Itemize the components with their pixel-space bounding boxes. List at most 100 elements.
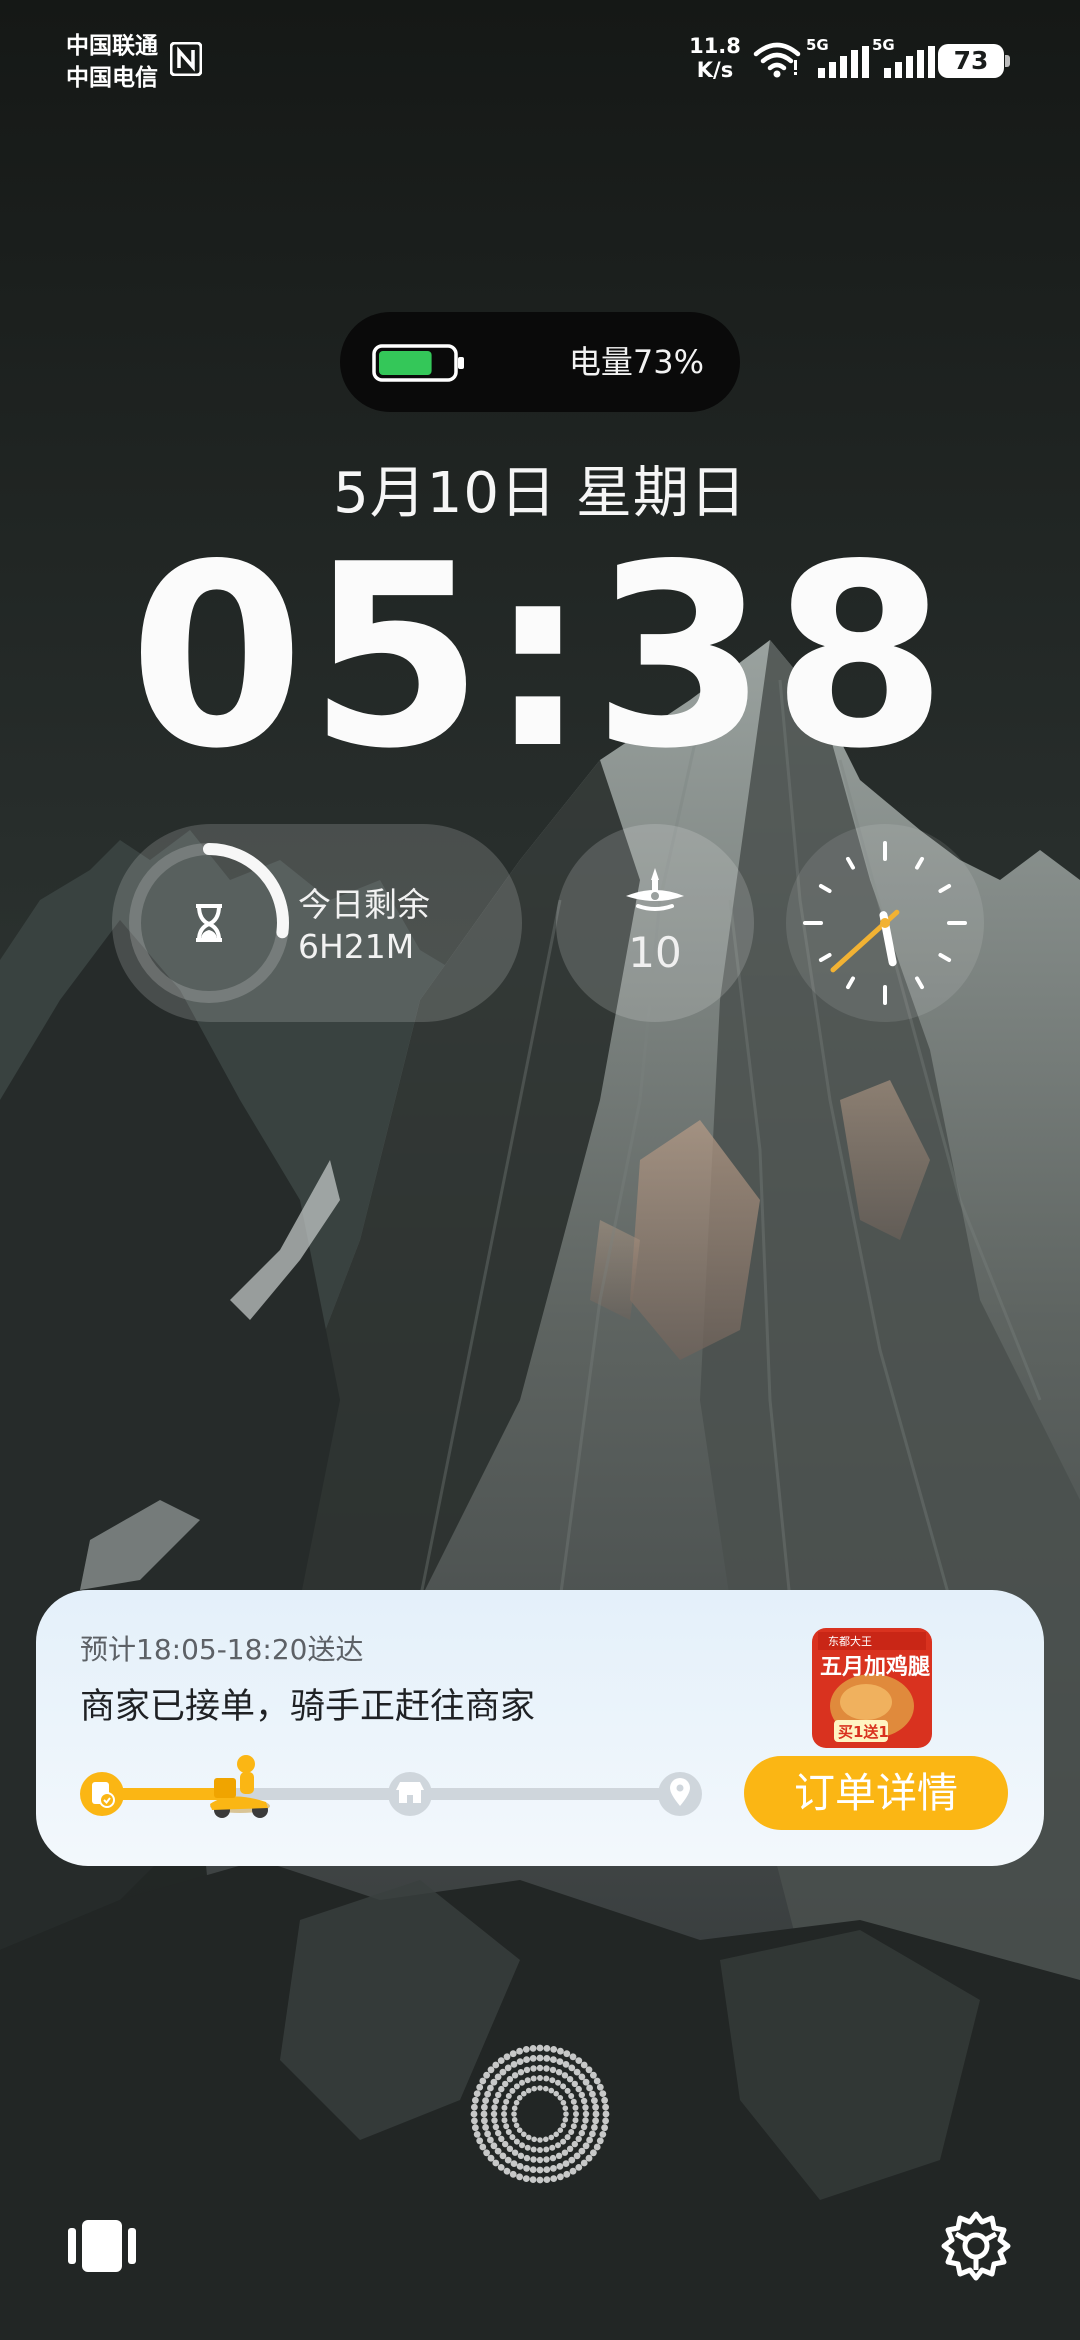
fingerprint-dot [582,2104,589,2111]
fingerprint-dot [562,2105,569,2111]
fingerprint-dot [494,2147,502,2155]
fingerprint-dot [471,2117,478,2125]
fingerprint-icon[interactable] [466,2040,614,2188]
battery-level-text: 73 [938,44,1004,78]
fingerprint-dot [509,2087,516,2094]
clock-tick [915,856,924,870]
fingerprint-dot [582,2142,590,2150]
analog-clock-icon [803,841,967,1005]
fingerprint-dot [511,2105,518,2111]
fingerprint-dot [525,2134,532,2141]
fingerprint-dot [523,2066,531,2074]
fingerprint-dot [516,2095,523,2101]
fingerprint-dot [563,2111,569,2117]
fingerprint-dot [503,2167,511,2175]
fingerprint-dot [590,2149,597,2157]
fingerprint-dot [572,2104,579,2111]
clock-tick [938,953,952,962]
analog-clock-widget[interactable] [786,824,984,1022]
fingerprint-dot [549,2077,556,2084]
fingerprint-dot [543,2136,549,2143]
fingerprint-dot [537,2075,543,2081]
fingerprint-dot [575,2057,583,2064]
fingerprint-dot [602,2117,609,2125]
fingerprint-dot [484,2130,491,2138]
clock-tick [846,856,855,870]
order-details-button[interactable]: 订单详情 [744,1756,1008,1830]
signal-sim1: 5G [806,36,874,80]
fingerprint-dot [569,2053,577,2061]
wallet-icon[interactable] [68,2218,136,2274]
day-remaining-widget[interactable]: 今日剩余 6H21M [112,824,522,1022]
signal-icon [818,46,869,78]
fingerprint-dot [568,2156,576,2164]
battery-icon: 73 [938,44,1010,78]
fingerprint-dot [505,2093,512,2099]
fingerprint-dot [543,2065,550,2072]
fingerprint-dot [575,2085,582,2093]
fingerprint-dot [561,2149,569,2156]
carrier-names: 中国联通 中国电信 [66,30,158,94]
fingerprint-dot [523,2165,530,2172]
fingerprint-dot [511,2072,519,2079]
fingerprint-dot [566,2145,574,2152]
signal-icon [884,46,935,78]
day-progress-ring [129,843,289,1003]
fingerprint-dot [519,2079,525,2086]
fingerprint-dot [550,2046,558,2053]
network-speed: 11.8 K/s [688,34,742,82]
wind-widget[interactable]: 10 [556,824,754,1022]
clock-center [880,918,890,928]
fingerprint-dot [498,2135,505,2143]
fingerprint-dot [543,2176,551,2183]
fingerprint-dot [578,2147,586,2155]
promo-thumbnail[interactable]: 东都大王 五月加鸡腿 买1送1 [812,1628,932,1748]
fingerprint-dot [531,2085,537,2092]
fingerprint-dot [562,2160,570,2167]
fingerprint-dot [550,2175,558,2182]
carrier-1: 中国联通 [66,33,158,59]
fingerprint-dot [553,2090,559,2097]
promo-brand: 东都大王 [828,1634,872,1648]
fingerprint-dot [557,2127,564,2133]
fingerprint-dot [506,2076,514,2083]
fingerprint-dot [521,2090,527,2097]
fingerprint-dot [509,2050,517,2058]
fingerprint-dot [568,2093,575,2099]
fingerprint-dot [548,2087,555,2094]
fingerprint-dot [517,2069,525,2076]
fingerprint-dot [560,2083,567,2090]
fingerprint-dot [497,2057,505,2064]
fingerprint-dot [479,2143,487,2151]
fingerprint-dot [519,2142,525,2149]
delivery-progress-track [80,1755,702,1818]
fingerprint-dot [529,2045,537,2052]
delivery-notification-card[interactable]: 预计18:05-18:20送达 商家已接单，骑手正赶往商家 东都大王 五月加鸡腿… [36,1590,1044,1866]
lockscreen-clock[interactable]: 05:38 [0,528,1080,788]
fingerprint-dot [602,2110,610,2118]
fingerprint-dot [543,2045,551,2052]
promo-headline: 五月加鸡腿 [820,1654,930,1680]
fingerprint-dot [549,2154,557,2162]
fingerprint-dot [573,2152,581,2160]
fingerprint-dot [563,2050,571,2058]
fingerprint-dot [487,2066,495,2074]
signal-sim2: 5G [872,36,940,80]
clock-tick [818,953,832,962]
fingerprint-dot [592,2110,600,2118]
clock-tick [938,884,952,893]
fingerprint-dot [561,2072,569,2079]
fingerprint-dot [499,2152,507,2160]
fingerprint-dot [564,2134,571,2141]
fingerprint-dot [530,2146,537,2153]
fingerprint-dot [509,2134,516,2141]
network-speed-value: 11.8 [689,34,741,58]
fingerprint-dot [503,2123,510,2130]
fingerprint-dot [593,2143,601,2151]
fingerprint-dot [472,2096,479,2104]
fingerprint-dot [550,2165,557,2172]
fingerprint-dot [556,2058,564,2065]
fingerprint-dot [516,2058,524,2065]
fingerprint-dot [543,2085,549,2092]
settings-icon[interactable] [940,2210,1012,2282]
